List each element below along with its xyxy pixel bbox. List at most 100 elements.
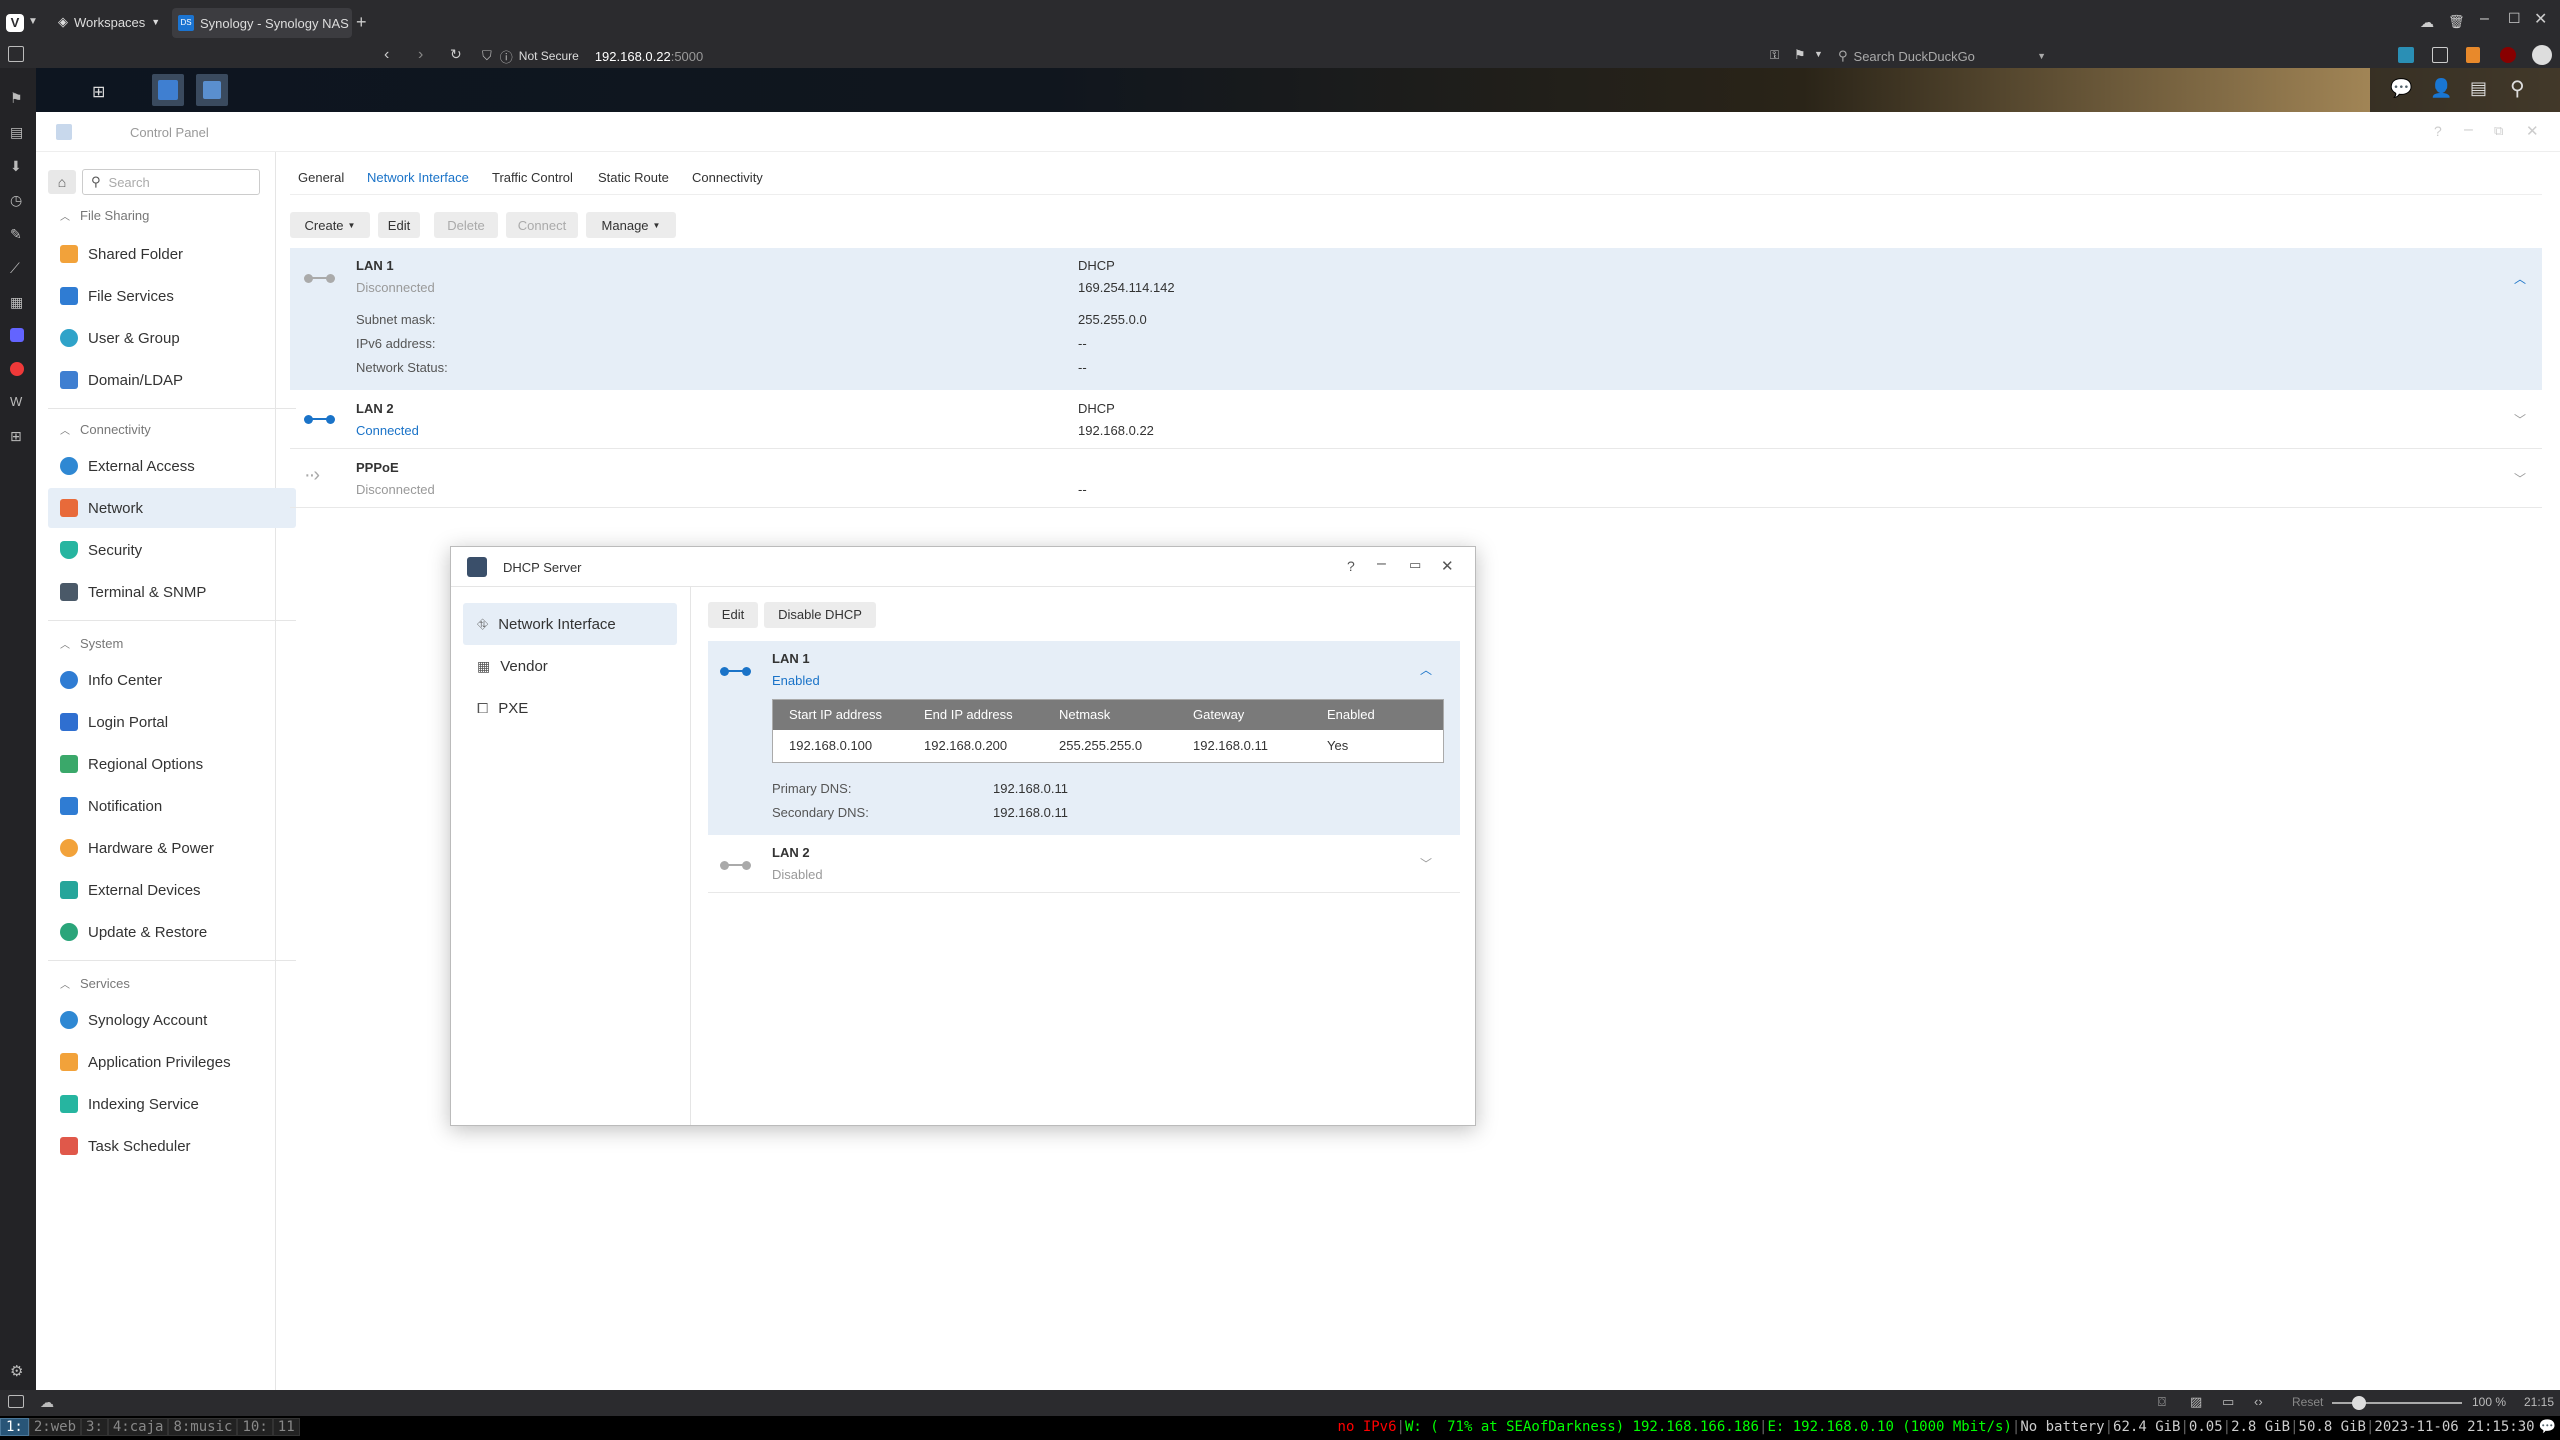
sidebar-item-user-group[interactable]: User & Group: [48, 318, 296, 358]
chevron-down-icon[interactable]: ▼: [1814, 49, 1823, 59]
zoom-slider-thumb[interactable]: [2352, 1396, 2366, 1410]
sidebar-item-update-restore[interactable]: Update & Restore: [48, 912, 296, 952]
sidebar-item-domain-ldap[interactable]: Domain/LDAP: [48, 360, 296, 400]
dialog-nav-vendor[interactable]: ▦ Vendor: [463, 645, 677, 687]
dhcp-lan1-row[interactable]: LAN 1 Enabled ︿ Start IP address End IP …: [708, 641, 1460, 835]
extension-icon-3[interactable]: [2466, 47, 2480, 63]
create-button[interactable]: Create ▼: [290, 212, 370, 238]
dialog-nav-network-interface[interactable]: ⛗ Network Interface: [463, 603, 677, 645]
maximize-window-button[interactable]: ☐: [2508, 10, 2521, 27]
interface-row-lan1[interactable]: LAN 1 Disconnected DHCP 169.254.114.142 …: [290, 248, 2542, 390]
search-icon[interactable]: ⚲: [2510, 76, 2525, 101]
dialog-nav-pxe[interactable]: ⧠ PXE: [463, 687, 677, 729]
sidebar-item-network[interactable]: Network: [48, 488, 296, 528]
sidebar-item-task-scheduler[interactable]: Task Scheduler: [48, 1126, 296, 1166]
chevron-up-icon[interactable]: ︿: [2514, 270, 2526, 287]
workspace-button-active[interactable]: 1:: [0, 1418, 29, 1436]
browser-tab-active[interactable]: DS Synology - Synology NAS: [172, 8, 352, 38]
user-icon[interactable]: 👤: [2430, 78, 2452, 99]
forward-button[interactable]: ›: [418, 46, 423, 64]
workspace-button[interactable]: 2:web: [28, 1418, 82, 1436]
workspace-button[interactable]: 10:: [237, 1418, 273, 1436]
trash-icon[interactable]: 🗑: [2448, 14, 2465, 30]
analytics-icon[interactable]: ⟋: [10, 260, 20, 277]
reading-list-icon[interactable]: ▤: [10, 124, 23, 141]
zoom-slider[interactable]: [2332, 1396, 2462, 1410]
sidebar-item-terminal-snmp[interactable]: Terminal & SNMP: [48, 572, 296, 612]
notes-icon[interactable]: ✎: [10, 226, 22, 243]
sidebar-item-notification[interactable]: Notification: [48, 786, 296, 826]
search-field[interactable]: ⚲ Search DuckDuckGo ▼: [1838, 46, 2046, 66]
sidebar-item-indexing-service[interactable]: Indexing Service: [48, 1084, 296, 1124]
dialog-edit-button[interactable]: Edit: [708, 602, 758, 628]
tab-static-route[interactable]: Static Route: [598, 170, 669, 185]
extension-icon-1[interactable]: [2398, 47, 2414, 63]
disable-dhcp-button[interactable]: Disable DHCP: [764, 602, 876, 628]
dhcp-taskbar-icon[interactable]: [196, 74, 228, 106]
sidebar-item-synology-account[interactable]: Synology Account: [48, 1000, 296, 1040]
tab-traffic-control[interactable]: Traffic Control: [492, 170, 573, 185]
panel-toggle-icon[interactable]: [8, 1395, 24, 1408]
workspaces-button[interactable]: ◈ Workspaces ▼: [58, 14, 160, 30]
sidebar-item-hardware-power[interactable]: Hardware & Power: [48, 828, 296, 868]
settings-gear-icon[interactable]: ⚙: [10, 1362, 23, 1380]
section-system[interactable]: ︿ System: [60, 636, 123, 651]
chevron-down-icon[interactable]: ﹀: [2514, 411, 2526, 428]
tab-general[interactable]: General: [298, 170, 344, 185]
tab-connectivity[interactable]: Connectivity: [692, 170, 763, 185]
extension-icon-2[interactable]: [2432, 47, 2448, 63]
help-button[interactable]: ?: [1347, 558, 1355, 574]
new-tab-button[interactable]: +: [356, 12, 367, 33]
sidebar-item-regional-options[interactable]: Regional Options: [48, 744, 296, 784]
bookmark-icon[interactable]: ⚑: [1794, 47, 1806, 63]
sidebar-item-shared-folder[interactable]: Shared Folder: [48, 234, 296, 274]
mastodon-icon[interactable]: [10, 328, 24, 342]
workspace-button[interactable]: 4:caja: [107, 1418, 169, 1436]
maximize-button[interactable]: ▭: [1409, 557, 1421, 573]
vivaldi-menu-icon[interactable]: V: [6, 14, 24, 32]
restore-button[interactable]: ⧉: [2494, 123, 2503, 139]
widgets-icon[interactable]: ▤: [2470, 78, 2487, 99]
close-button[interactable]: ✕: [1441, 557, 1454, 575]
calendar-icon[interactable]: ▦: [10, 294, 23, 311]
add-panel-icon[interactable]: ⊞: [10, 428, 22, 445]
vivaldi-icon[interactable]: [10, 362, 24, 376]
sidebar-search-input[interactable]: ⚲ Search: [82, 169, 260, 195]
sidebar-item-info-center[interactable]: Info Center: [48, 660, 296, 700]
close-button[interactable]: ✕: [2526, 122, 2539, 140]
sidebar-item-application-privileges[interactable]: Application Privileges: [48, 1042, 296, 1082]
cloud-sync-icon[interactable]: ☁: [40, 1394, 54, 1411]
wikipedia-icon[interactable]: W: [10, 394, 22, 409]
reload-button[interactable]: ↻: [450, 46, 462, 63]
history-icon[interactable]: ◷: [10, 192, 22, 209]
workspace-button[interactable]: 8:music: [168, 1418, 238, 1436]
section-connectivity[interactable]: ︿ Connectivity: [60, 422, 151, 437]
section-services[interactable]: ︿ Services: [60, 976, 130, 991]
minimize-window-button[interactable]: –: [2480, 10, 2489, 28]
bookmarks-panel-icon[interactable]: ⚑: [10, 90, 23, 107]
sidebar-item-security[interactable]: Security: [48, 530, 296, 570]
cloud-icon[interactable]: ☁: [2420, 14, 2434, 31]
key-icon[interactable]: ⚿: [1770, 48, 1779, 63]
manage-button[interactable]: Manage ▼: [586, 212, 676, 238]
url-field[interactable]: ⛉ ⓘ Not Secure 192.168.0.22 :5000: [482, 46, 1762, 66]
chevron-down-icon[interactable]: ﹀: [1420, 855, 1432, 872]
profile-icon[interactable]: [2532, 45, 2552, 65]
page-tiling-icon[interactable]: ▭: [2222, 1394, 2234, 1410]
workspace-button[interactable]: 11: [272, 1418, 300, 1436]
minimize-button[interactable]: –: [2464, 121, 2473, 139]
zoom-reset-button[interactable]: Reset: [2292, 1395, 2323, 1409]
home-button[interactable]: ⌂: [48, 170, 76, 194]
section-file-sharing[interactable]: ︿ File Sharing: [60, 208, 149, 223]
edit-button[interactable]: Edit: [378, 212, 420, 238]
interface-row-lan2[interactable]: LAN 2 Connected DHCP 192.168.0.22 ﹀: [290, 391, 2542, 449]
back-button[interactable]: ‹: [384, 46, 389, 64]
chevron-down-icon[interactable]: ▼: [28, 16, 38, 27]
interface-row-pppoe[interactable]: ··› PPPoE Disconnected -- ﹀: [290, 450, 2542, 508]
sidebar-item-file-services[interactable]: File Services: [48, 276, 296, 316]
sidebar-item-login-portal[interactable]: Login Portal: [48, 702, 296, 742]
help-button[interactable]: ?: [2434, 123, 2442, 139]
minimize-button[interactable]: –: [1377, 555, 1386, 573]
connect-button[interactable]: Connect: [506, 212, 578, 238]
ublock-icon[interactable]: [2500, 47, 2516, 63]
